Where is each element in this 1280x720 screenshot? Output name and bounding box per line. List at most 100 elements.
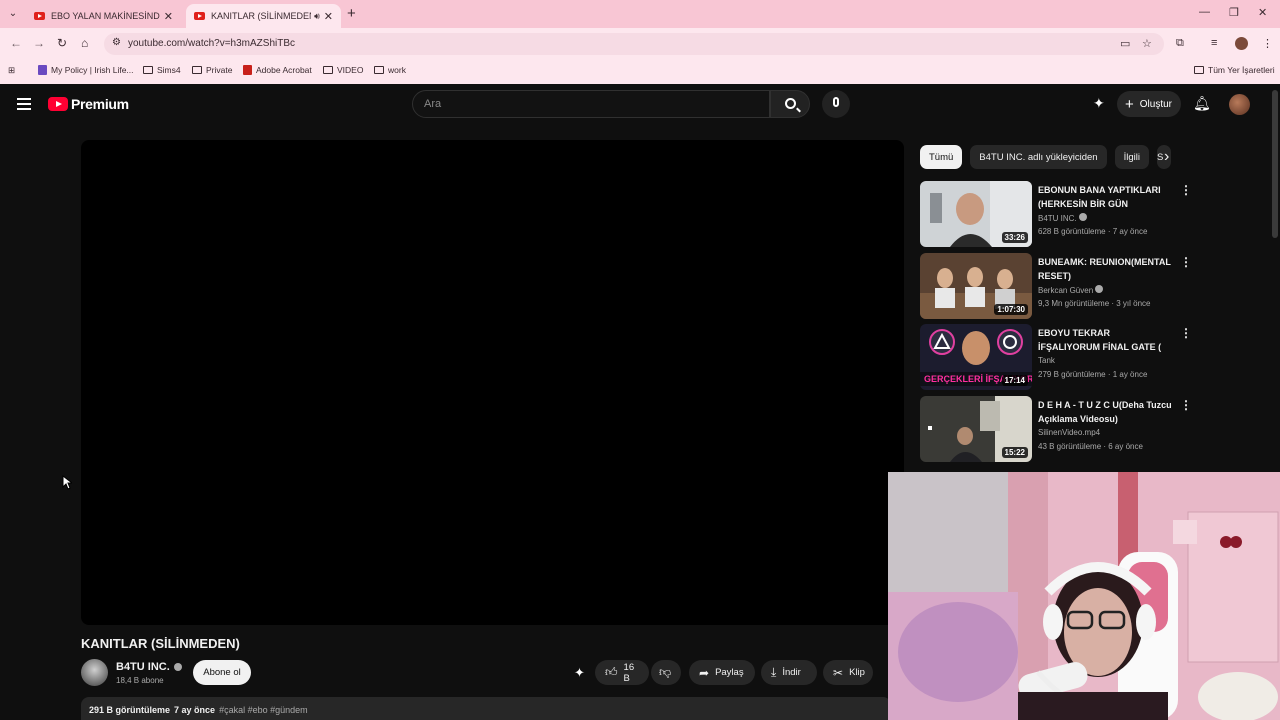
recommendation-meta: 9,3 Mn görüntüleme · 3 yıl önce: [1038, 299, 1151, 308]
webcam-overlay: [888, 472, 1280, 720]
cast-icon[interactable]: ▭: [1120, 37, 1130, 50]
minimize-icon[interactable]: —: [1199, 6, 1210, 18]
share-icon: ➦: [699, 665, 710, 680]
all-bookmarks[interactable]: Tüm Yer İşaretleri: [1194, 65, 1275, 75]
bookmark-work[interactable]: work: [374, 65, 406, 75]
video-thumbnail[interactable]: 1:07:30: [920, 253, 1032, 319]
share-label: Paylaş: [715, 667, 744, 678]
chip-from-uploader[interactable]: B4TU INC. adlı yükleyiciden: [970, 145, 1107, 169]
bookmark-video[interactable]: VIDEO: [323, 65, 363, 75]
search-box[interactable]: [412, 90, 770, 118]
chip-all[interactable]: Tümü: [920, 145, 963, 169]
share-button[interactable]: ➦ Paylaş: [689, 660, 755, 685]
recommendation-item[interactable]: 1:07:30 BUNEAMK: REUNION(MENTAL RESET) B…: [920, 253, 1200, 319]
recommendation-channel[interactable]: SilinenVideo.mp4: [1038, 428, 1100, 437]
description-box[interactable]: 291 B görüntüleme 7 ay önce #çakal #ebo #g…: [81, 697, 891, 720]
browser-menu-icon[interactable]: ⋮: [1262, 37, 1273, 50]
create-button[interactable]: + Oluştur: [1117, 91, 1181, 117]
bookmark-my-policy[interactable]: My Policy | Irish Life...: [38, 65, 134, 75]
youtube-logo[interactable]: Premium: [48, 96, 129, 112]
recommendation-channel[interactable]: Tank: [1038, 356, 1055, 365]
notifications-bell-icon[interactable]: 🔔︎: [1193, 95, 1211, 112]
clip-button[interactable]: ✂ Klip: [823, 660, 873, 685]
address-bar[interactable]: ⚙ youtube.com/watch?v=h3mAZShiTBc: [104, 33, 1164, 55]
search-button[interactable]: [770, 90, 810, 118]
media-controls-icon[interactable]: ≡: [1211, 37, 1217, 49]
profile-avatar[interactable]: [1235, 37, 1248, 50]
account-avatar[interactable]: [1229, 94, 1250, 115]
channel-name-text: B4TU INC.: [116, 661, 170, 673]
forward-icon[interactable]: →: [33, 36, 45, 50]
home-icon[interactable]: ⌂: [81, 36, 88, 50]
voice-search-button[interactable]: [822, 90, 850, 118]
scissors-icon: ✂: [833, 665, 844, 680]
bookmark-label: VIDEO: [337, 65, 364, 75]
bookmark-star-icon[interactable]: ☆: [1142, 37, 1152, 50]
more-options-icon[interactable]: ⋮: [1180, 255, 1192, 269]
recommendation-title[interactable]: D E H A - T U Z C U(Deha Tuzcu Açıklama …: [1038, 398, 1174, 426]
recommendation-item[interactable]: GERÇEKLERİ İFŞALIYORUM 17:14 EBOYU TEKRA…: [920, 324, 1200, 390]
reload-icon[interactable]: ↻: [57, 36, 67, 50]
video-player[interactable]: [81, 140, 904, 625]
tab-close-icon[interactable]: ✕: [324, 10, 333, 23]
recommendation-item[interactable]: 33:26 EBONUN BANA YAPTIKLARI (HERKESİN B…: [920, 181, 1200, 247]
clip-label: Klip: [849, 667, 865, 678]
download-button[interactable]: ⤓ İndir: [761, 660, 817, 685]
duration-badge: 1:07:30: [994, 304, 1028, 315]
dislike-button[interactable]: 👎︎: [651, 660, 681, 685]
browser-tab-2[interactable]: KANITLAR (SİLİNMEDEN) - 🔊︎ ✕: [186, 4, 341, 28]
site-info-icon[interactable]: ⚙: [112, 37, 121, 48]
recommendation-item[interactable]: 15:22 D E H A - T U Z C U(Deha Tuzcu Açı…: [920, 396, 1200, 462]
bookmark-private[interactable]: Private: [192, 65, 232, 75]
more-options-icon[interactable]: ⋮: [1180, 398, 1192, 412]
extensions-icon[interactable]: ⧉: [1176, 37, 1184, 50]
apps-grid-icon[interactable]: ⊞: [8, 65, 15, 76]
youtube-favicon-icon: [194, 12, 205, 20]
new-tab-button[interactable]: +: [347, 5, 356, 22]
recommendation-channel[interactable]: Berkcan Güven: [1038, 285, 1104, 295]
close-window-icon[interactable]: ✕: [1258, 6, 1267, 19]
browser-tab-1[interactable]: EBO YALAN MAKİNESİNDE! | # ✕: [26, 4, 181, 28]
audio-playing-icon[interactable]: 🔊︎: [314, 11, 320, 22]
plus-icon: +: [1125, 95, 1134, 113]
ask-sparkle-icon[interactable]: ✦: [574, 665, 585, 681]
chip-related[interactable]: İlgili: [1114, 145, 1149, 169]
channel-avatar[interactable]: [81, 659, 108, 686]
subscribe-button[interactable]: Abone ol: [193, 660, 251, 685]
thumbs-up-icon: 👍︎: [605, 665, 618, 679]
channel-text: Tank: [1038, 356, 1055, 365]
video-thumbnail[interactable]: 15:22: [920, 396, 1032, 462]
page-scrollbar[interactable]: [1272, 90, 1278, 238]
tab-search-icon[interactable]: ⌄: [6, 7, 20, 21]
gemini-sparkle-icon[interactable]: ✦: [1093, 95, 1105, 112]
restore-icon[interactable]: ❐: [1229, 6, 1239, 19]
back-icon[interactable]: ←: [10, 36, 22, 50]
search-input[interactable]: [413, 91, 769, 117]
video-thumbnail[interactable]: 33:26: [920, 181, 1032, 247]
duration-badge: 15:22: [1001, 447, 1028, 458]
more-options-icon[interactable]: ⋮: [1180, 326, 1192, 340]
recommendation-title[interactable]: BUNEAMK: REUNION(MENTAL RESET): [1038, 255, 1174, 283]
recommendation-meta: 279 B görüntüleme · 1 ay önce: [1038, 370, 1148, 379]
bookmark-sims4[interactable]: Sims4: [143, 65, 181, 75]
hashtags[interactable]: #çakal #ebo #gündem: [219, 705, 308, 715]
acrobat-icon: [243, 65, 252, 75]
recommendation-channel[interactable]: B4TU INC.: [1038, 213, 1087, 223]
duration-badge: 17:14: [1001, 375, 1028, 386]
recommendation-title[interactable]: EBOYU TEKRAR İFŞALIYORUM FİNAL GATE ( Sİ…: [1038, 326, 1174, 354]
like-button[interactable]: 👍︎ 16 B: [595, 660, 649, 685]
verified-icon: [173, 663, 182, 671]
bookmark-label: Private: [206, 65, 233, 75]
chevron-right-icon[interactable]: ›: [1164, 148, 1169, 166]
subscriber-count: 18,4 B abone: [116, 676, 164, 685]
recommendation-title[interactable]: EBONUN BANA YAPTIKLARI (HERKESİN BİR GÜN…: [1038, 183, 1174, 211]
download-label: İndir: [782, 667, 801, 678]
more-options-icon[interactable]: ⋮: [1180, 183, 1192, 197]
bookmark-adobe-acrobat[interactable]: Adobe Acrobat: [243, 65, 312, 75]
tab-close-icon[interactable]: ✕: [164, 10, 173, 23]
channel-name[interactable]: B4TU INC.: [116, 661, 182, 673]
create-label: Oluştur: [1139, 98, 1172, 110]
video-thumbnail[interactable]: GERÇEKLERİ İFŞALIYORUM 17:14: [920, 324, 1032, 390]
tab-title: EBO YALAN MAKİNESİNDE! | #: [51, 11, 160, 21]
menu-icon[interactable]: [17, 98, 31, 113]
